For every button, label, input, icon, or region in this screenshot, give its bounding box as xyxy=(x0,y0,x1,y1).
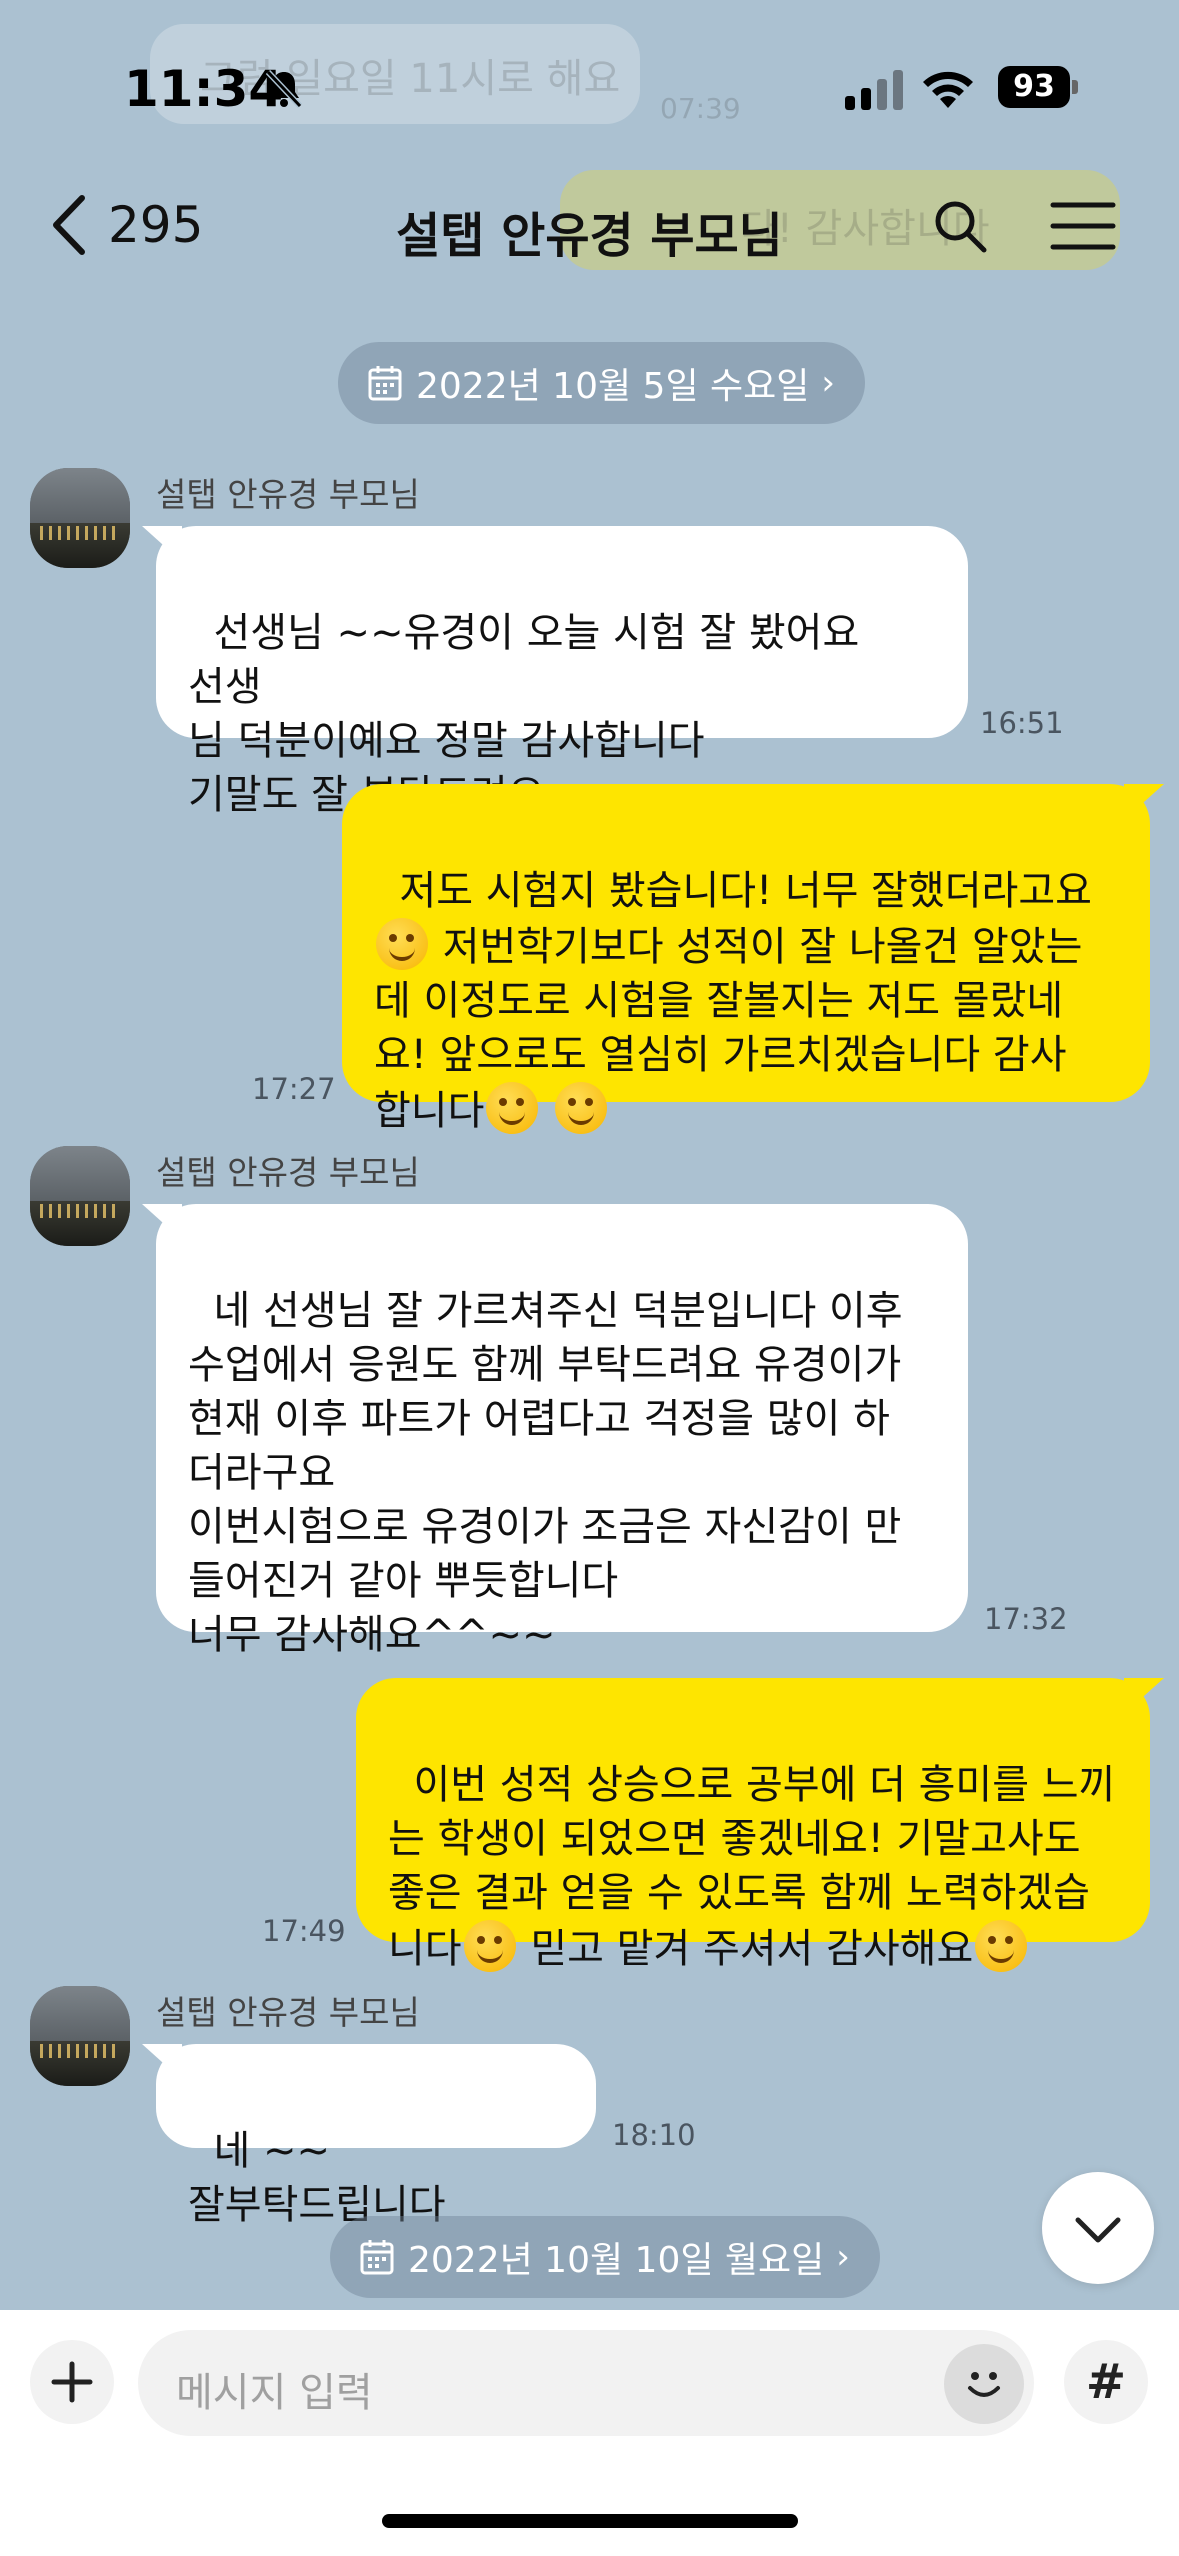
message-text: 네 선생님 잘 가르쳐주신 덕분입니다 이후 수업에서 응원도 함께 부탁드려요… xyxy=(188,1288,903,1658)
smiley-icon xyxy=(968,2372,1000,2397)
cellular-signal-icon xyxy=(845,70,903,110)
date-divider[interactable]: 2022년 10월 10일 월요일 › xyxy=(330,2216,880,2298)
smiling-face-emoji-icon xyxy=(486,1082,539,1134)
date-divider[interactable]: 2022년 10월 5일 수요일 › xyxy=(338,342,865,424)
chevron-right-icon: › xyxy=(836,2237,850,2277)
sender-name: 설탭 안유경 부모님 xyxy=(156,475,420,514)
attach-button[interactable] xyxy=(30,2340,114,2424)
scroll-to-bottom-button[interactable] xyxy=(1042,2172,1154,2284)
date-label: 2022년 10월 10일 월요일 xyxy=(408,2240,825,2281)
grinning-face-emoji-icon xyxy=(975,1920,1028,1972)
chat-title: 설탭 안유경 부모님 xyxy=(396,208,783,264)
avatar[interactable] xyxy=(30,1146,130,1246)
incoming-message-bubble[interactable]: 네 선생님 잘 가르쳐주신 덕분입니다 이후 수업에서 응원도 함께 부탁드려요… xyxy=(156,1204,968,1658)
message-text: 믿고 맡겨 주셔서 감사해요 xyxy=(517,1926,974,1972)
message-text: 저도 시험지 봤습니다! 너무 잘했더라고요 xyxy=(399,868,1092,914)
date-label: 2022년 10월 5일 수요일 xyxy=(416,366,810,407)
avatar[interactable] xyxy=(30,1986,130,2086)
smiling-face-emoji-icon xyxy=(376,918,428,970)
message-time: 17:32 xyxy=(984,1602,1068,1636)
chat-header: 295 설탭 안유경 부모님 xyxy=(0,160,1179,290)
menu-icon[interactable] xyxy=(1050,200,1116,252)
smiling-face-emoji-icon xyxy=(463,1920,516,1972)
message-time: 17:27 xyxy=(252,1072,336,1106)
outgoing-message-bubble[interactable]: 이번 성적 상승으로 공부에 더 흥미를 느끼 는 학생이 되었으면 좋겠네요!… xyxy=(356,1678,1150,1972)
emoticon-button[interactable] xyxy=(944,2344,1024,2424)
battery-indicator: 93 xyxy=(998,66,1078,108)
status-time: 11:34 xyxy=(124,60,284,118)
avatar[interactable] xyxy=(30,468,130,568)
message-time: 17:49 xyxy=(262,1914,346,1948)
silent-bell-icon xyxy=(265,69,303,109)
smiling-face-emoji-icon xyxy=(555,1082,608,1134)
incoming-message-bubble[interactable]: 네 ~~잘부탁드립니다 xyxy=(156,2044,596,2228)
sender-name: 설탭 안유경 부모님 xyxy=(156,1993,420,2032)
message-time: 16:51 xyxy=(980,706,1064,740)
battery-level: 93 xyxy=(998,66,1070,108)
plus-icon xyxy=(51,2361,93,2403)
message-input[interactable]: 메시지 입력 xyxy=(138,2330,1034,2436)
message-time: 18:10 xyxy=(612,2118,696,2152)
status-bar: 11:34 93 xyxy=(0,0,1179,150)
hashtag-button[interactable]: # xyxy=(1064,2340,1148,2424)
message-input-placeholder: 메시지 입력 xyxy=(176,2370,373,2416)
calendar-icon xyxy=(368,366,402,401)
outgoing-message-bubble[interactable]: 저도 시험지 봤습니다! 너무 잘했더라고요 저번학기보다 성적이 잘 나올건 … xyxy=(342,784,1150,1134)
home-indicator xyxy=(382,2514,798,2528)
message-text: 네 ~~잘부탁드립니다 xyxy=(188,2128,446,2228)
incoming-message-bubble[interactable]: 선생님 ~~유경이 오늘 시험 잘 봤어요 선생 님 덕분이예요 정말 감사합니… xyxy=(156,526,968,818)
calendar-icon xyxy=(360,2240,394,2275)
chevron-down-icon xyxy=(1075,2217,1121,2243)
wifi-icon xyxy=(923,71,973,108)
sender-name: 설탭 안유경 부모님 xyxy=(156,1153,420,1192)
chevron-right-icon: › xyxy=(821,363,835,403)
search-icon[interactable] xyxy=(930,196,990,256)
